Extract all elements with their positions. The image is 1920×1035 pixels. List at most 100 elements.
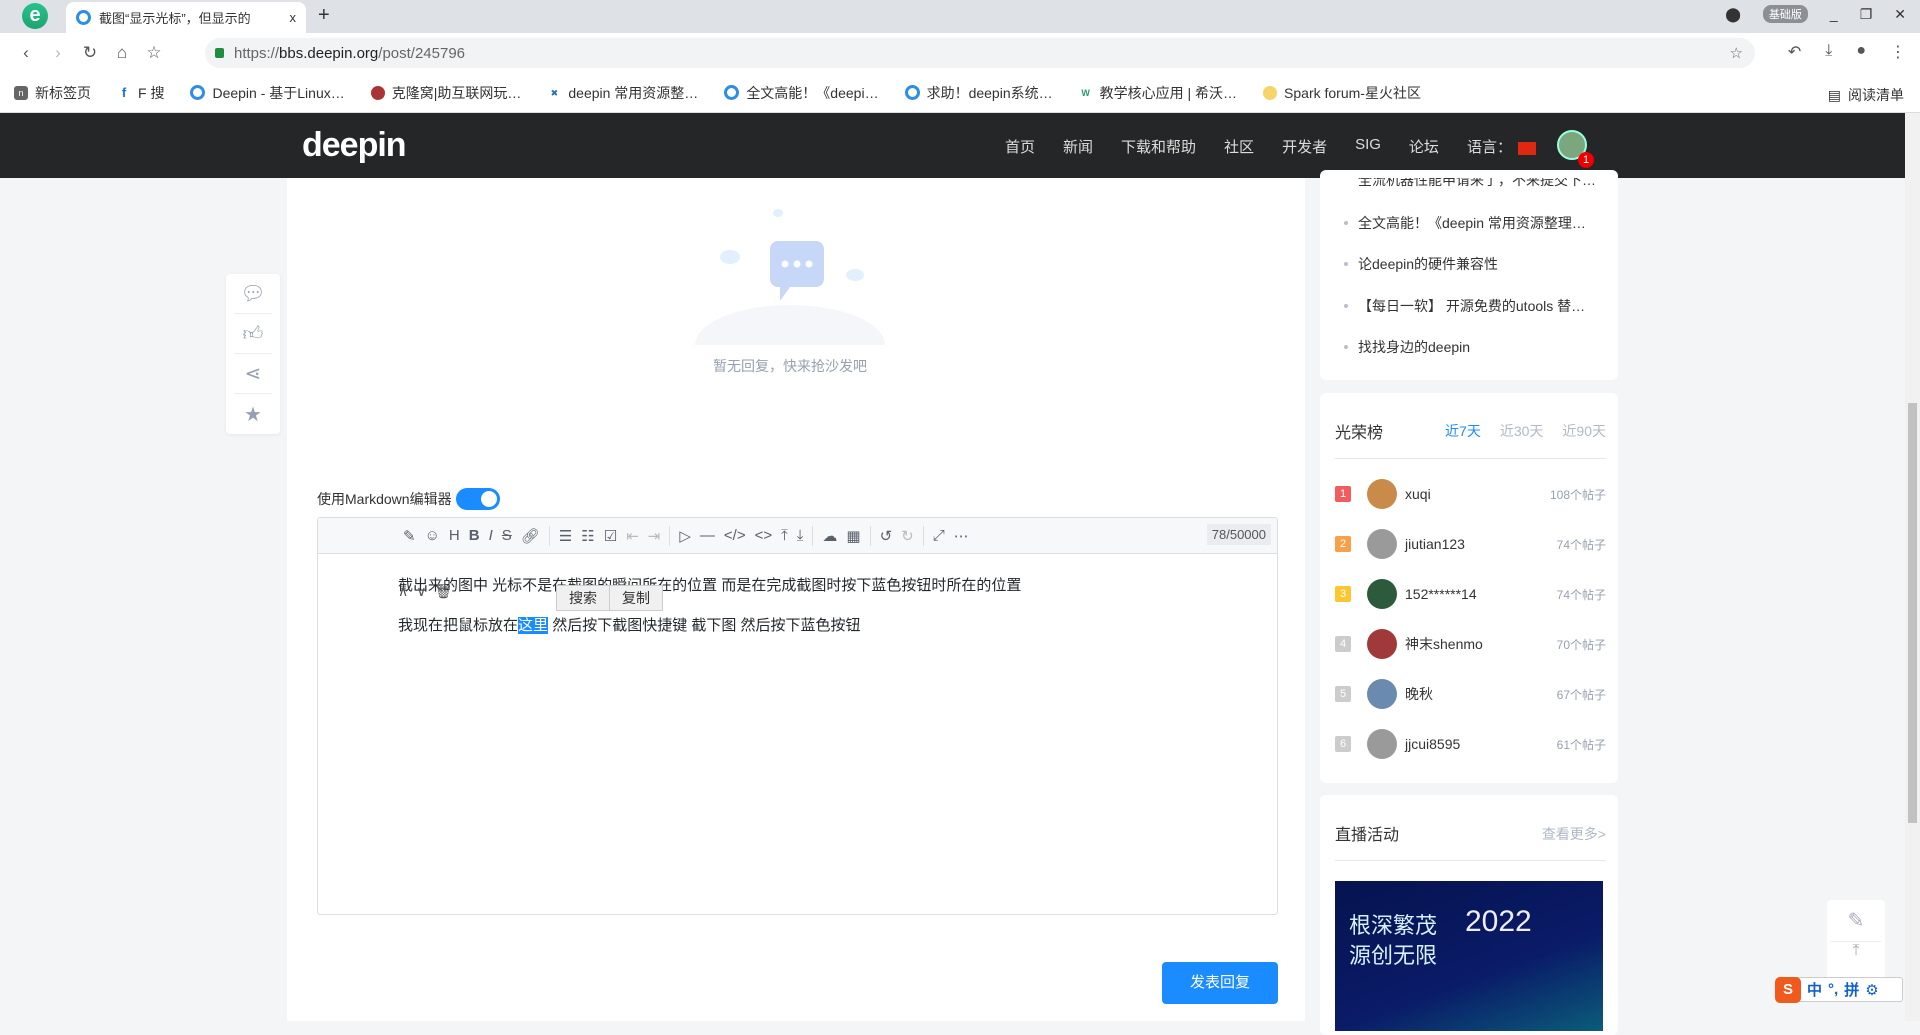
ime-punctuation[interactable]: °, <box>1828 981 1838 998</box>
username[interactable]: 晚秋 <box>1405 684 1557 704</box>
forward-icon[interactable]: › <box>42 43 74 63</box>
browser-tab[interactable]: 截图“显示光标”，但显示的 x <box>66 2 306 33</box>
nav-forum[interactable]: 论坛 <box>1409 136 1439 157</box>
nav-news[interactable]: 新闻 <box>1063 136 1093 157</box>
nav-sig[interactable]: SIG <box>1355 136 1381 157</box>
undo-icon[interactable]: ↶ <box>1788 42 1801 62</box>
move-down-icon[interactable]: ∨ <box>416 583 426 600</box>
bookmark-item[interactable]: Deepin - 基于Linux… <box>190 83 345 103</box>
user-avatar[interactable] <box>1367 579 1397 609</box>
markdown-toggle[interactable] <box>455 488 500 510</box>
shield-icon[interactable]: ⬤ <box>1725 6 1741 23</box>
home-icon[interactable]: ⌂ <box>106 43 138 63</box>
star-icon[interactable]: ☆ <box>1730 44 1743 62</box>
profile-icon[interactable]: ● <box>1856 42 1866 62</box>
back-to-top-icon[interactable]: ⤒ <box>1827 942 1885 960</box>
user-avatar[interactable] <box>1367 529 1397 559</box>
heading-icon[interactable]: H <box>449 527 460 544</box>
copy-menu-item[interactable]: 复制 <box>610 586 662 610</box>
comment-icon[interactable]: 💬︎ <box>234 274 272 314</box>
checklist-icon[interactable]: ☑ <box>604 527 617 545</box>
bookmark-item[interactable]: 全文高能！《deepi… <box>724 83 879 103</box>
insert-before-icon[interactable]: ⤒ <box>781 527 788 544</box>
table-icon[interactable]: ▦ <box>846 527 860 545</box>
live-event-banner[interactable]: 根深繁茂 源创无限 2022 <box>1335 881 1603 1031</box>
close-tab-icon[interactable]: x <box>290 10 297 25</box>
fullscreen-icon[interactable]: ⤢ <box>933 527 945 544</box>
bookmark-item[interactable]: W 教学核心应用 | 希沃… <box>1079 83 1237 103</box>
close-window-icon[interactable]: ✕ <box>1894 6 1906 23</box>
minimize-icon[interactable]: _ <box>1830 6 1838 22</box>
nav-developer[interactable]: 开发者 <box>1282 136 1327 157</box>
bullet-list-icon[interactable]: ☰ <box>559 527 572 545</box>
deepin-logo[interactable]: deepin <box>302 126 407 165</box>
ime-settings-icon[interactable]: ⚙ <box>1865 981 1878 999</box>
bookmark-item[interactable]: 求助！deepin系统… <box>904 83 1053 103</box>
new-tab-button[interactable]: + <box>318 4 330 27</box>
nav-community[interactable]: 社区 <box>1224 136 1254 157</box>
move-up-icon[interactable]: ∧ <box>398 583 408 600</box>
indent-icon[interactable]: ⇥ <box>648 527 661 545</box>
user-avatar[interactable] <box>1367 629 1397 659</box>
emoji-icon[interactable]: ☺ <box>425 527 440 544</box>
edit-icon[interactable]: ✎ <box>403 527 416 545</box>
username[interactable]: jiutian123 <box>1405 536 1557 552</box>
language-selector[interactable]: 语言： <box>1467 136 1536 157</box>
ranking-row[interactable]: 1 xuqi 108个帖子 <box>1335 479 1606 509</box>
browser-logo[interactable]: e <box>22 3 48 29</box>
url-field[interactable]: https://bbs.deepin.org/post/245796 ☆ <box>205 38 1755 68</box>
reading-list-button[interactable]: ▤ 阅读清单 <box>1828 85 1904 105</box>
ime-mode[interactable]: 中 <box>1807 979 1822 1000</box>
bold-icon[interactable]: B <box>469 527 480 544</box>
more-icon[interactable]: ⋯ <box>954 527 969 545</box>
page-scrollbar[interactable] <box>1905 113 1920 1021</box>
username[interactable]: jjcui8595 <box>1405 736 1557 752</box>
username[interactable]: xuqi <box>1405 486 1550 502</box>
download-icon[interactable]: ⤓ <box>1825 42 1832 62</box>
bookmark-item[interactable]: 克隆窝|助互联网玩… <box>370 83 521 103</box>
reply-editor[interactable]: ✎ ☺ H B I S 🔗︎ ☰ ☷ ☑ ⇤ ⇥ ▷ — </> <> ⤒ ⤓ ☁ ▦ ↺ ↻ ⤢ ⋯ 78/500… <box>317 517 1278 915</box>
tab-30-days[interactable]: 近30天 <box>1500 421 1544 441</box>
strikethrough-icon[interactable]: S <box>502 527 512 544</box>
reload-icon[interactable]: ↻ <box>74 43 106 63</box>
ranking-row[interactable]: 2 jiutian123 74个帖子 <box>1335 529 1606 559</box>
code-block-icon[interactable]: </> <box>724 527 746 544</box>
delete-icon[interactable]: 🗑︎ <box>435 583 453 600</box>
bookmark-star-icon[interactable]: ☆ <box>138 43 170 63</box>
ordered-list-icon[interactable]: ☷ <box>581 527 594 545</box>
ranking-row[interactable]: 4 神末shenmo 70个帖子 <box>1335 629 1606 659</box>
italic-icon[interactable]: I <box>489 527 493 544</box>
ranking-row[interactable]: 3 152******14 74个帖子 <box>1335 579 1606 609</box>
username[interactable]: 152******14 <box>1405 586 1557 602</box>
sogou-logo-icon[interactable]: S <box>1775 976 1801 1003</box>
user-avatar[interactable] <box>1367 679 1397 709</box>
ranking-row[interactable]: 6 jjcui8595 61个帖子 <box>1335 729 1606 759</box>
username[interactable]: 神末shenmo <box>1405 634 1557 654</box>
search-menu-item[interactable]: 搜索 <box>557 586 610 610</box>
menu-icon[interactable]: ⋮ <box>1890 42 1906 62</box>
bookmark-item[interactable]: fF 搜 <box>117 83 165 103</box>
hot-post-link[interactable]: 全流机器性能申请来了，不来提交下… <box>1358 178 1596 190</box>
redo-icon[interactable]: ↻ <box>901 527 914 545</box>
link-icon[interactable]: 🔗︎ <box>521 527 540 545</box>
tab-7-days[interactable]: 近7天 <box>1445 421 1481 441</box>
hot-post-link[interactable]: 论deepin的硬件兼容性 <box>1343 254 1498 274</box>
vip-badge[interactable]: 基础版 <box>1762 5 1808 23</box>
outdent-icon[interactable]: ⇤ <box>626 527 639 545</box>
back-icon[interactable]: ‹ <box>10 43 42 63</box>
bookmark-item[interactable]: Spark forum-星火社区 <box>1263 83 1421 103</box>
like-icon[interactable]: 👍︎ <box>234 314 272 354</box>
hot-post-link[interactable]: 找找身边的deepin <box>1343 337 1470 357</box>
tab-90-days[interactable]: 近90天 <box>1562 421 1606 441</box>
scrollbar-thumb[interactable] <box>1908 403 1917 823</box>
nav-download-help[interactable]: 下载和帮助 <box>1121 136 1196 157</box>
share-icon[interactable]: ⋖ <box>234 354 272 394</box>
horizontal-rule-icon[interactable]: — <box>700 527 715 544</box>
restore-icon[interactable]: ❐ <box>1860 6 1873 23</box>
favorite-star-icon[interactable]: ★ <box>234 394 272 434</box>
hot-post-link[interactable]: 【每日一软】 开源免费的utools 替… <box>1343 296 1585 316</box>
user-avatar[interactable] <box>1367 479 1397 509</box>
hot-post-link[interactable]: 全文高能！《deepin 常用资源整理… <box>1344 213 1586 233</box>
submit-reply-button[interactable]: 发表回复 <box>1162 962 1278 1004</box>
nav-home[interactable]: 首页 <box>1005 136 1035 157</box>
